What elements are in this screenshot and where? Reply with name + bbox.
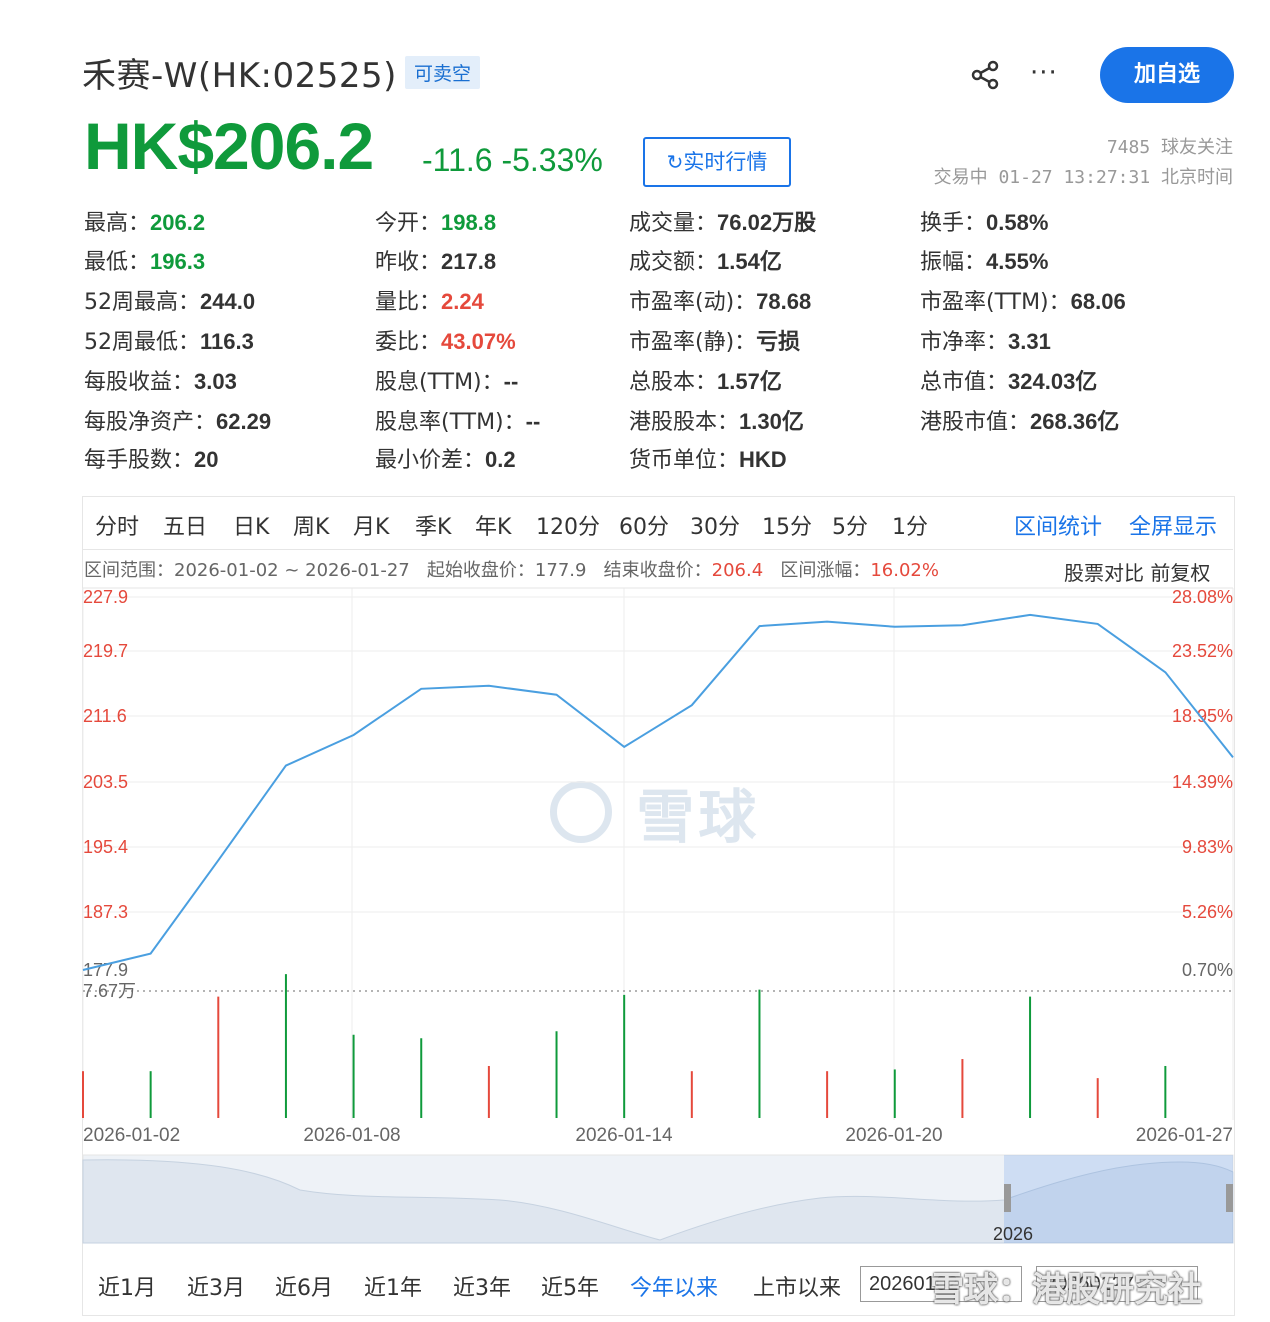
navigator-year-label: 2026 <box>993 1224 1033 1244</box>
range-tab[interactable]: 近5年 <box>541 1270 599 1302</box>
y-tick-label: 227.9 <box>83 587 128 607</box>
y-tick-label: 211.6 <box>83 706 127 726</box>
pct-tick-label: 9.83% <box>1182 837 1233 857</box>
pct-tick-label: 28.08% <box>1172 587 1233 607</box>
pct-tick-label: 5.26% <box>1182 902 1233 922</box>
range-tab[interactable]: 近3年 <box>453 1270 511 1302</box>
pct-tick-label: 23.52% <box>1172 641 1233 661</box>
x-tick-label: 2026-01-14 <box>575 1125 673 1146</box>
y-tick-label: 177.9 <box>83 960 128 980</box>
navigator-handle-left <box>1004 1184 1011 1212</box>
y-tick-label: 219.7 <box>83 641 128 661</box>
range-tab[interactable]: 近1年 <box>364 1270 422 1302</box>
navigator-selection <box>1004 1155 1233 1243</box>
x-tick-label: 2026-01-20 <box>845 1125 942 1146</box>
y-tick-label: 195.4 <box>83 837 128 857</box>
price-chart[interactable]: 227.9 219.7 211.6 203.5 195.4 187.3 177.9 28.08… <box>0 0 1270 1322</box>
pct-tick-label: 0.70% <box>1182 960 1233 980</box>
navigator-handle-right <box>1226 1184 1233 1212</box>
range-tab[interactable]: 近3月 <box>187 1270 245 1302</box>
price-line <box>82 613 1234 971</box>
pct-tick-label: 18.95% <box>1172 706 1233 726</box>
y-tick-label: 203.5 <box>83 772 128 792</box>
x-tick-label: 2026-01-02 <box>83 1125 180 1146</box>
range-tab[interactable]: 上市以来 <box>753 1270 841 1302</box>
x-tick-label: 2026-01-27 <box>1136 1125 1233 1146</box>
range-tab[interactable]: 今年以来 <box>630 1270 718 1302</box>
range-tab[interactable]: 近6月 <box>275 1270 333 1302</box>
corner-watermark: 雪球：港股研究社 <box>930 1270 1202 1310</box>
range-tab[interactable]: 近1月 <box>98 1270 156 1302</box>
y-tick-label: 187.3 <box>83 902 128 922</box>
x-tick-label: 2026-01-08 <box>303 1125 400 1146</box>
volume-max-label: 7.67万 <box>83 981 136 1001</box>
pct-tick-label: 14.39% <box>1172 772 1233 792</box>
